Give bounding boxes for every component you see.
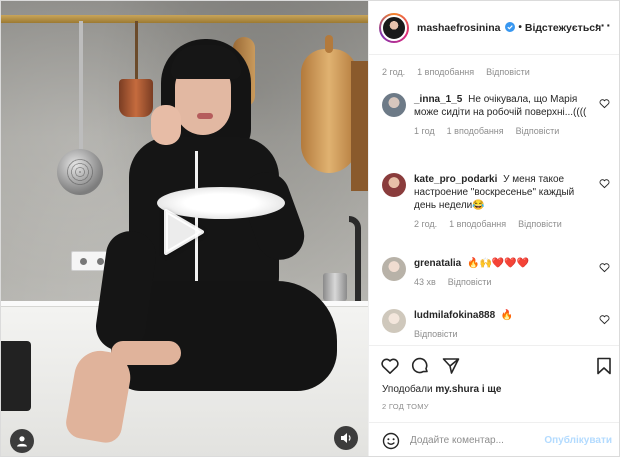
post-sidebar: mashaefrosinina • Відстежується ··· 2 го… — [368, 1, 619, 456]
comment-likes[interactable]: 1 вподобання — [417, 67, 474, 77]
user-tag-button[interactable] — [10, 429, 34, 453]
comment-text: 🔥🙌❤️❤️❤️ — [467, 258, 530, 269]
heart-icon — [599, 315, 610, 325]
play-icon — [164, 209, 204, 255]
liked-by-line: Уподобали my.shura і ще — [382, 384, 501, 395]
comment-item: ludmilafokina888 🔥 Відповісти — [382, 309, 610, 339]
comment-meta: 43 хв Відповісти — [414, 277, 610, 287]
post-header: mashaefrosinina • Відстежується ··· — [369, 1, 619, 55]
comment-text-wrap: kate_pro_podarki У меня такое настроение… — [414, 173, 610, 212]
author-username-wrap: mashaefrosinina — [417, 21, 516, 34]
post-time[interactable]: 2 ГОД ТОМУ — [382, 402, 429, 411]
comment-like-button[interactable] — [599, 178, 610, 189]
comment-like-button[interactable] — [599, 262, 610, 273]
comment-username[interactable]: kate_pro_podarki — [414, 174, 497, 185]
liked-by-others[interactable]: і ще — [482, 384, 502, 395]
cooktop — [1, 341, 31, 411]
comment-item: _inna_1_5 Не очікувала, що Марія може си… — [382, 93, 610, 136]
commenter-avatar[interactable] — [382, 257, 406, 281]
post-video[interactable] — [1, 1, 368, 456]
comment-body: _inna_1_5 Не очікувала, що Марія може си… — [414, 93, 610, 136]
comment-input[interactable] — [410, 435, 545, 446]
comment-item: grenatalia 🔥🙌❤️❤️❤️ 43 хв Відповісти — [382, 257, 610, 287]
ladle-handle — [79, 21, 83, 151]
cutting-board — [301, 35, 357, 173]
comment-time: 2 год. — [414, 219, 438, 229]
pot-handle — [135, 21, 138, 81]
liked-by-user[interactable]: my.shura — [435, 384, 479, 395]
user-tag-icon — [17, 436, 27, 447]
comment-username[interactable]: _inna_1_5 — [414, 94, 462, 105]
comment-text-wrap: _inna_1_5 Не очікувала, що Марія може си… — [414, 93, 610, 119]
reply-button[interactable]: Відповісти — [414, 329, 458, 339]
copper-pot — [119, 79, 153, 117]
commenter-avatar[interactable] — [382, 173, 406, 197]
reply-button[interactable]: Відповісти — [518, 219, 562, 229]
comment-button[interactable] — [410, 356, 430, 376]
reply-button[interactable]: Відповісти — [448, 277, 492, 287]
comment-username[interactable]: ludmilafokina888 — [414, 310, 495, 321]
heart-icon — [599, 263, 610, 273]
comment-text-wrap: ludmilafokina888 🔥 — [414, 309, 610, 322]
comment-body: ludmilafokina888 🔥 Відповісти — [414, 309, 610, 339]
person-fringe — [171, 45, 241, 79]
verified-badge-icon — [505, 21, 516, 32]
comment-icon — [411, 357, 428, 374]
commenter-avatar[interactable] — [382, 309, 406, 333]
comment-like-button[interactable] — [599, 314, 610, 325]
publish-button[interactable]: Опублікувати — [544, 435, 612, 446]
liked-by-prefix: Уподобали — [382, 384, 433, 395]
comment-text-wrap: grenatalia 🔥🙌❤️❤️❤️ — [414, 257, 610, 270]
comment-body: grenatalia 🔥🙌❤️❤️❤️ 43 хв Відповісти — [414, 257, 610, 287]
sound-icon — [341, 433, 351, 443]
comment-meta: 2 год. 1 вподобання Відповісти — [382, 67, 530, 77]
comment-text: 🔥 — [500, 310, 514, 321]
emoji-button[interactable] — [382, 432, 400, 450]
comment-likes[interactable]: 1 вподобання — [447, 126, 504, 136]
comment-time: 1 год — [414, 126, 435, 136]
shelf-rail — [1, 15, 368, 23]
wood-panel — [351, 61, 368, 191]
comment-composer: Опублікувати — [369, 422, 619, 456]
person-lips — [197, 113, 213, 119]
comment-body: kate_pro_podarki У меня такое настроение… — [414, 173, 610, 229]
sound-toggle-button[interactable] — [334, 426, 358, 450]
like-button[interactable] — [380, 356, 400, 376]
bookmark-icon — [597, 357, 611, 375]
post-actions: Уподобали my.shura і ще 2 ГОД ТОМУ — [369, 345, 619, 431]
comment-time: 2 год. — [382, 67, 406, 77]
play-button[interactable] — [162, 208, 206, 256]
kitchen-tap — [349, 216, 361, 306]
comment-item: kate_pro_podarki У меня такое настроение… — [382, 173, 610, 229]
comment-meta: 2 год. 1 вподобання Відповісти — [414, 219, 610, 229]
save-button[interactable] — [594, 356, 614, 376]
person-hand — [151, 105, 181, 145]
commenter-avatar[interactable] — [382, 93, 406, 117]
metal-tin — [323, 273, 347, 301]
following-button[interactable]: Відстежується — [525, 22, 601, 34]
comment-username[interactable]: grenatalia — [414, 258, 461, 269]
author-avatar-image — [381, 14, 407, 41]
author-username[interactable]: mashaefrosinina — [417, 22, 500, 34]
heart-icon — [599, 99, 610, 109]
share-icon — [442, 358, 460, 374]
heart-icon — [381, 358, 399, 374]
reply-button[interactable]: Відповісти — [516, 126, 560, 136]
emoji-icon — [382, 432, 400, 449]
heart-icon — [599, 179, 610, 189]
share-button[interactable] — [441, 356, 461, 376]
ladle — [57, 149, 103, 195]
comments-list[interactable]: 2 год. 1 вподобання Відповісти _inna_1_5… — [369, 55, 619, 345]
more-options-button[interactable]: ··· — [595, 18, 612, 32]
comment-likes[interactable]: 1 вподобання — [449, 219, 506, 229]
author-avatar[interactable] — [379, 12, 409, 43]
comment-like-button[interactable] — [599, 98, 610, 109]
comment-meta: Відповісти — [414, 329, 610, 339]
comment-time: 43 хв — [414, 277, 436, 287]
reply-button[interactable]: Відповісти — [486, 67, 530, 77]
post-dialog: mashaefrosinina • Відстежується ··· 2 го… — [0, 0, 620, 457]
comment-meta: 1 год 1 вподобання Відповісти — [414, 126, 610, 136]
follow-separator: • — [518, 22, 522, 33]
